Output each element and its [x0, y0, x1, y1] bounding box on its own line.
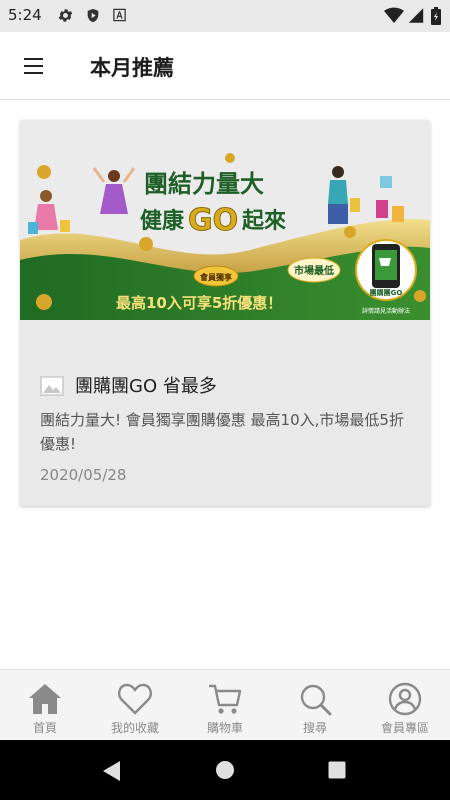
page-title: 本月推薦	[90, 56, 174, 80]
banner-headline-line1: 團結力量大	[144, 170, 264, 198]
heart-icon	[118, 683, 152, 715]
banner-headline-line2: 健康 GO 起來	[140, 203, 286, 239]
nav-item-account[interactable]: 會員專區	[360, 670, 450, 741]
account-icon	[388, 682, 422, 716]
svg-text:GO: GO	[188, 203, 238, 238]
nav-label-favorites: 我的收藏	[110, 721, 159, 735]
promo-banner-image: 團結力量大 健康 GO 起來 會員獨享 市場最低 最高10入可享5折優惠！ 團購…	[20, 120, 430, 320]
nav-label-cart: 購物車	[206, 721, 243, 735]
nav-item-home[interactable]: 首頁	[0, 670, 90, 741]
nav-item-cart[interactable]: 購物車	[180, 670, 270, 741]
status-time: 5:24	[8, 6, 42, 24]
hamburger-icon[interactable]	[22, 54, 48, 78]
card-title: 團購團GO 省最多	[75, 376, 217, 397]
phone-label: 團購團GO	[370, 288, 403, 297]
nav-item-favorites[interactable]: 我的收藏	[90, 670, 180, 741]
nav-label-account: 會員專區	[380, 721, 429, 735]
badge-market-label: 市場最低	[294, 264, 334, 277]
search-icon	[300, 684, 332, 716]
status-bar: 5:24	[0, 0, 450, 32]
wifi-icon	[384, 7, 404, 23]
home-icon	[29, 684, 61, 714]
svg-text:健康: 健康	[140, 208, 185, 234]
nav-label-search: 搜尋	[302, 721, 327, 735]
cart-icon	[209, 684, 242, 714]
shield-play-icon	[87, 8, 99, 23]
svg-text:團結力量大: 團結力量大	[144, 170, 264, 198]
card-description: 團結力量大! 會員獨享團購優惠 最高10入,市場最低5折優惠!	[40, 411, 404, 453]
system-navigation-bar	[0, 740, 450, 800]
banner-fineprint: 詳情請見活動辦法	[362, 307, 410, 315]
nav-label-home: 首頁	[32, 721, 57, 735]
article-card[interactable]: 團結力量大 健康 GO 起來 會員獨享 市場最低 最高10入可享5折優惠！ 團購…	[20, 120, 430, 506]
image-icon	[40, 376, 64, 396]
battery-icon	[431, 7, 441, 25]
nav-item-search[interactable]: 搜尋	[270, 670, 360, 741]
banner-offer-text: 最高10入可享5折優惠！	[116, 294, 282, 312]
recents-icon[interactable]	[328, 761, 346, 779]
card-date: 2020/05/28	[40, 466, 127, 484]
back-icon[interactable]	[101, 760, 121, 782]
badge-member-label: 會員獨享	[199, 272, 232, 282]
gear-icon	[58, 9, 73, 22]
signal-icon	[408, 8, 424, 23]
home-circle-icon[interactable]	[215, 760, 235, 780]
bottom-navigation: 首頁 我的收藏 購物車 搜尋 會員專區	[0, 669, 450, 740]
svg-text:起來: 起來	[241, 208, 286, 234]
font-a-icon	[113, 8, 126, 22]
app-bar: 本月推薦	[0, 32, 450, 100]
